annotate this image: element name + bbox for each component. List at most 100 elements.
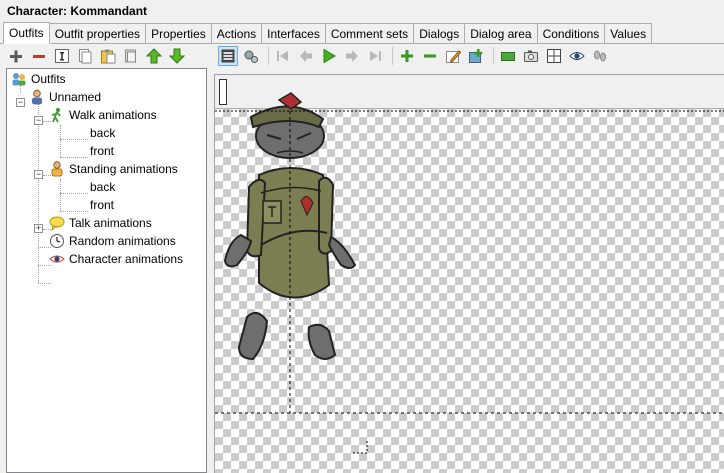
edit-frame-icon [446, 50, 461, 63]
add-icon [10, 50, 22, 63]
outfits-panel: − − − + Outfits Unnamed Walk animations … [0, 44, 724, 473]
tab-dialogs[interactable]: Dialogs [414, 23, 466, 44]
edit-frame-button[interactable] [443, 46, 463, 66]
tree-item-talk-animations[interactable]: Talk animations [49, 214, 154, 232]
animation-toolbar [218, 46, 613, 66]
tree-item-label: back [90, 180, 116, 194]
frame-view-icon [221, 49, 235, 63]
tree-item-label: back [90, 126, 116, 140]
toolbar-separator [268, 47, 269, 65]
outfit-toolbar [6, 46, 190, 66]
toolbar-separator [392, 47, 393, 65]
tree-collapse-toggle[interactable]: − [16, 98, 25, 107]
tree-item-random-animations[interactable]: Random animations [49, 232, 178, 250]
people-icon [11, 71, 27, 87]
move-down-button[interactable] [167, 46, 187, 66]
tree-line [60, 211, 88, 212]
speech-bubble-icon [49, 215, 65, 231]
play-button[interactable] [319, 46, 339, 66]
tree-item-label: Random animations [69, 234, 176, 248]
tree-line [60, 157, 88, 158]
footsteps-icon [594, 50, 606, 62]
tree-collapse-toggle[interactable]: − [34, 116, 43, 125]
add-frame-button[interactable] [397, 46, 417, 66]
add-button[interactable] [6, 46, 26, 66]
delete-icon [125, 49, 136, 63]
window-title: Character: Kommandant [7, 4, 148, 18]
background-icon [501, 52, 515, 61]
remove-icon [33, 55, 45, 58]
import-frame-button[interactable] [466, 46, 486, 66]
delete-button[interactable] [121, 46, 141, 66]
view-eye-button[interactable] [567, 46, 587, 66]
remove-button[interactable] [29, 46, 49, 66]
tab-outfit-properties[interactable]: Outfit properties [49, 23, 147, 44]
tree-line [60, 125, 61, 157]
last-frame-icon [370, 51, 381, 61]
camera-button[interactable] [521, 46, 541, 66]
tree-item-walk-animations[interactable]: Walk animations [49, 106, 159, 124]
person-icon [29, 89, 45, 105]
tab-actions[interactable]: Actions [211, 23, 263, 44]
animation-preview[interactable] [214, 74, 724, 473]
remove-frame-button[interactable] [420, 46, 440, 66]
previous-frame-icon [300, 50, 312, 62]
tab-comment-sets[interactable]: Comment sets [325, 23, 415, 44]
previous-frame-button[interactable] [296, 46, 316, 66]
tab-dialog-area[interactable]: Dialog area [465, 23, 538, 44]
tree-item-character-animations[interactable]: Character animations [49, 250, 185, 268]
tree-item-walk-back[interactable]: back [88, 124, 117, 142]
tree-line [60, 193, 88, 194]
add-frame-icon [401, 50, 413, 62]
tree-line [38, 247, 39, 283]
walking-person-icon [49, 107, 65, 123]
tree-item-walk-front[interactable]: front [88, 142, 116, 160]
tab-conditions[interactable]: Conditions [537, 23, 606, 44]
remove-frame-icon [424, 54, 436, 58]
toolbar-separator [493, 47, 494, 65]
frame-view-button[interactable] [218, 46, 238, 66]
tab-values[interactable]: Values [605, 23, 653, 44]
footsteps-button[interactable] [590, 46, 610, 66]
tree-item-label: front [90, 198, 115, 212]
copy-button[interactable] [75, 46, 95, 66]
last-frame-button[interactable] [365, 46, 385, 66]
move-up-icon [146, 48, 162, 64]
tree-collapse-toggle[interactable]: − [34, 170, 43, 179]
tree-item-label: Outfits [31, 72, 66, 86]
tree-item-label: Character animations [69, 252, 184, 266]
tab-interfaces[interactable]: Interfaces [262, 23, 326, 44]
tree-item-standing-animations[interactable]: Standing animations [49, 160, 180, 178]
tree-item-label: Unnamed [49, 90, 102, 104]
first-frame-button[interactable] [273, 46, 293, 66]
paste-button[interactable] [98, 46, 118, 66]
tree-line [60, 179, 61, 211]
tree-item-standing-back[interactable]: back [88, 178, 117, 196]
tree-item-label: front [90, 144, 115, 158]
import-frame-icon [469, 49, 483, 63]
view-eye-icon [569, 52, 585, 60]
eye-icon [49, 251, 65, 267]
tree-item-outfits[interactable]: Outfits [11, 70, 68, 88]
settings-button[interactable] [241, 46, 261, 66]
tab-properties[interactable]: Properties [146, 23, 212, 44]
clock-icon [49, 233, 65, 249]
rename-button[interactable] [52, 46, 72, 66]
background-button[interactable] [498, 46, 518, 66]
grid-button[interactable] [544, 46, 564, 66]
tab-outfits[interactable]: Outfits [3, 22, 50, 44]
outfit-tree[interactable]: − − − + Outfits Unnamed Walk animations … [6, 68, 207, 473]
tree-expand-toggle[interactable]: + [34, 224, 43, 233]
move-up-button[interactable] [144, 46, 164, 66]
settings-icon [244, 50, 258, 63]
tree-item-unnamed[interactable]: Unnamed [29, 88, 103, 106]
tree-item-label: Standing animations [69, 162, 178, 176]
move-down-icon [169, 48, 185, 64]
grid-icon [547, 49, 561, 63]
tree-item-label: Walk animations [69, 108, 157, 122]
tree-item-standing-front[interactable]: front [88, 196, 116, 214]
next-frame-button[interactable] [342, 46, 362, 66]
first-frame-icon [277, 51, 288, 61]
next-frame-icon [346, 50, 358, 62]
paste-icon [101, 49, 116, 64]
